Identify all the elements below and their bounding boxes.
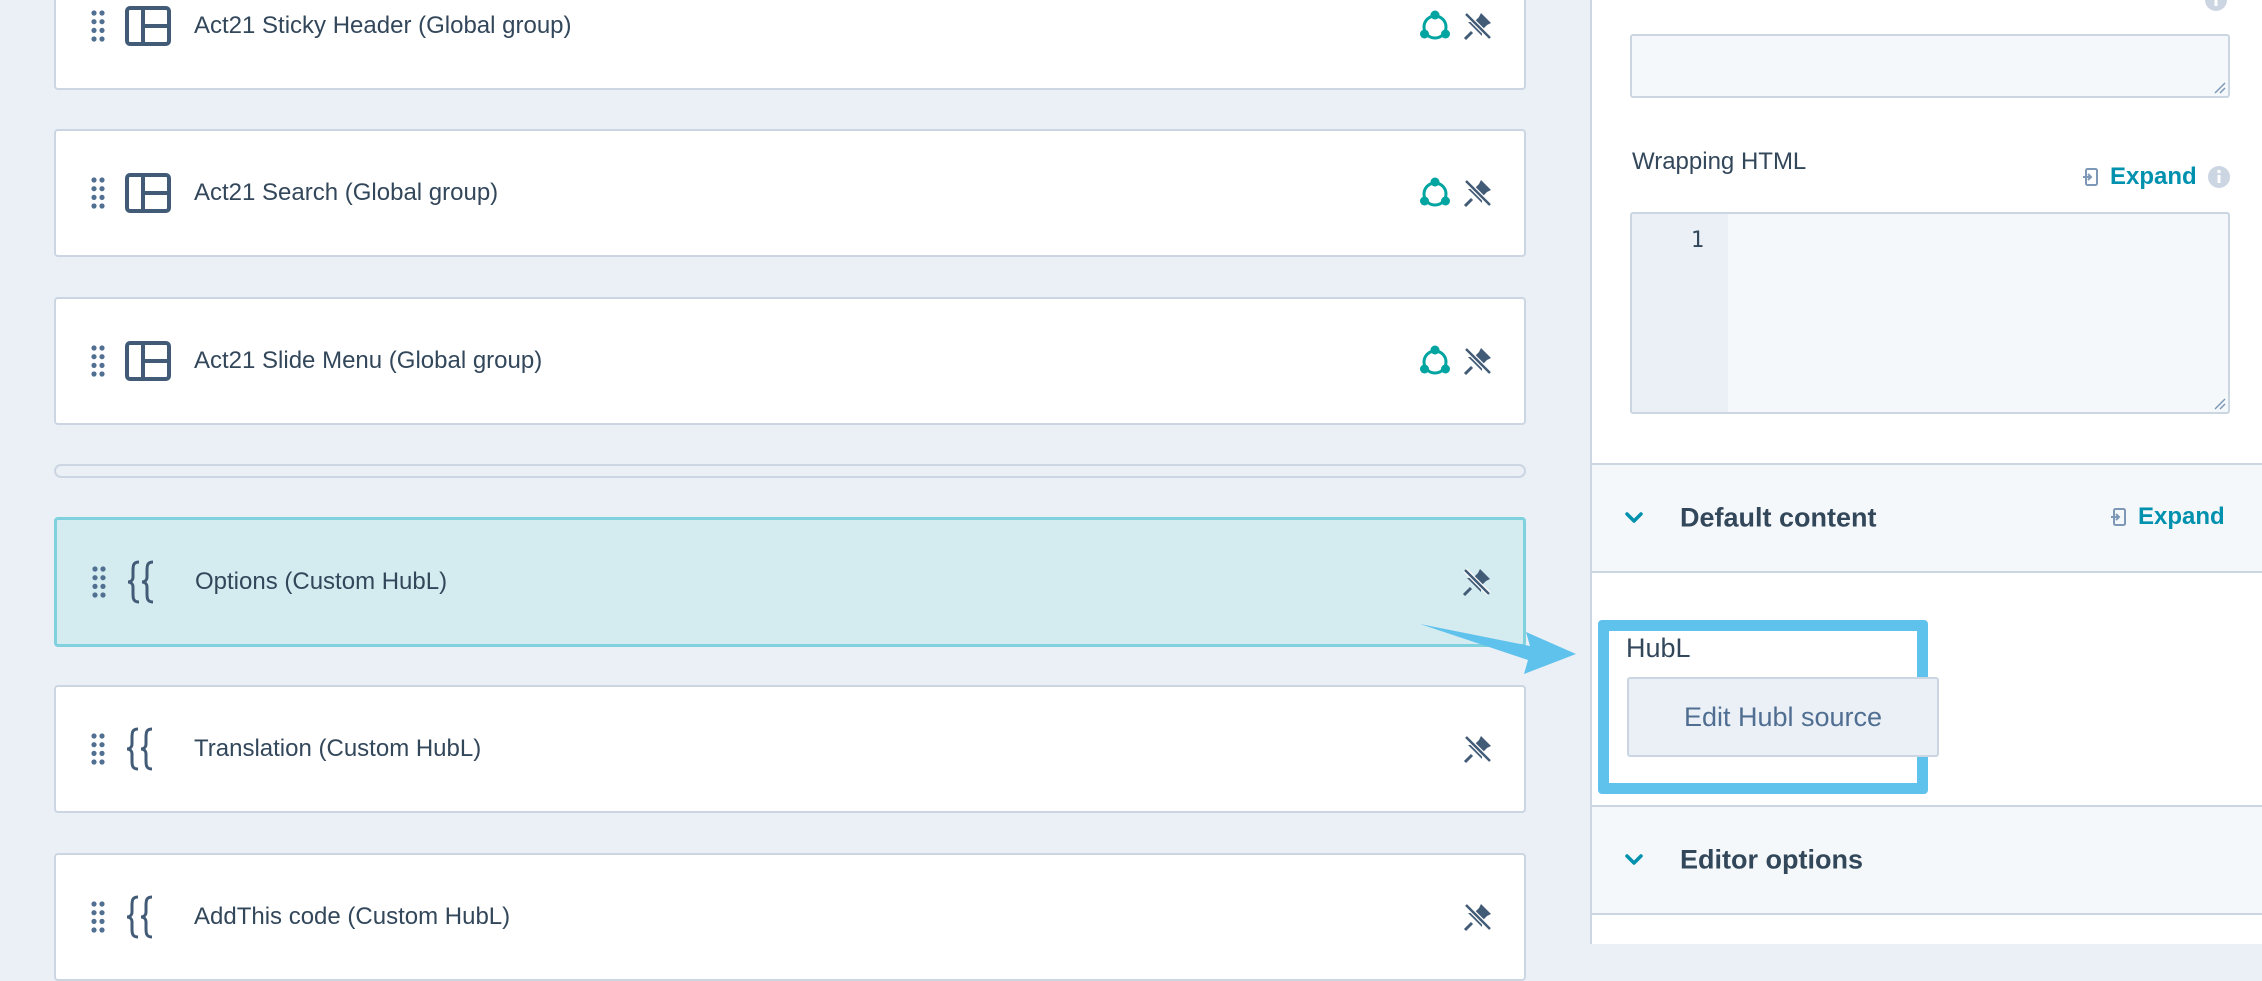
layout-icon [124, 2, 172, 50]
hubl-highlight-box: HubL Edit Hubl source [1598, 620, 1939, 794]
global-group-icon [1418, 176, 1452, 210]
drag-handle-icon[interactable] [88, 900, 108, 934]
global-group-icon [1418, 344, 1452, 378]
module-row[interactable]: Translation (Custom HubL) [54, 685, 1526, 813]
layout-icon [124, 169, 172, 217]
pointer-arrow-icon [1420, 624, 1576, 674]
drag-handle-icon[interactable] [88, 732, 108, 766]
editor-options-section-header[interactable]: Editor options [1592, 805, 2262, 915]
info-icon[interactable] [2207, 165, 2231, 189]
info-icon[interactable] [2204, 0, 2228, 12]
default-content-section-header[interactable]: Default content Expand [1592, 463, 2262, 573]
module-row[interactable]: Act21 Sticky Header (Global group) [54, 0, 1526, 90]
unpin-icon[interactable] [1462, 177, 1494, 209]
line-number-gutter: 1 [1632, 214, 1728, 412]
wrapping-html-expand-button[interactable]: Expand [2082, 163, 2231, 191]
line-number: 1 [1690, 228, 1704, 253]
module-label: Translation (Custom HubL) [194, 735, 482, 762]
curly-braces-icon [124, 725, 172, 773]
module-row[interactable]: AddThis code (Custom HubL) [54, 853, 1526, 981]
css-class-textarea[interactable] [1630, 34, 2230, 98]
unpin-icon[interactable] [1461, 566, 1493, 598]
module-label: Act21 Sticky Header (Global group) [194, 12, 572, 39]
resize-grip-icon[interactable] [2212, 396, 2226, 410]
module-label: AddThis code (Custom HubL) [194, 903, 511, 930]
layout-icon [124, 337, 172, 385]
chevron-down-icon [1622, 848, 1646, 872]
curly-braces-icon [125, 558, 173, 606]
module-label: Act21 Slide Menu (Global group) [194, 347, 543, 374]
module-settings-panel: Wrapping HTML Expand 1 Default content E… [1590, 0, 2262, 944]
drag-handle-icon[interactable] [89, 565, 109, 599]
expand-icon [2110, 506, 2128, 528]
global-group-icon [1418, 9, 1452, 43]
curly-braces-icon [124, 893, 172, 941]
expand-icon [2082, 166, 2100, 188]
section-title: Default content [1680, 502, 1877, 533]
chevron-down-icon [1622, 506, 1646, 530]
expand-label: Expand [2110, 163, 2197, 190]
default-content-expand-button[interactable]: Expand [2110, 503, 2225, 531]
unpin-icon[interactable] [1462, 901, 1494, 933]
drop-zone-bar[interactable] [54, 464, 1526, 478]
section-title: Editor options [1680, 844, 1863, 875]
drag-handle-icon[interactable] [88, 176, 108, 210]
unpin-icon[interactable] [1462, 10, 1494, 42]
module-label: Act21 Search (Global group) [194, 179, 499, 206]
unpin-icon[interactable] [1462, 733, 1494, 765]
drag-handle-icon[interactable] [88, 9, 108, 43]
wrapping-html-label: Wrapping HTML [1632, 148, 1807, 175]
expand-label: Expand [2138, 503, 2225, 530]
module-label: Options (Custom HubL) [195, 568, 448, 595]
module-list: Act21 Sticky Header (Global group) Act21… [0, 0, 1590, 981]
unpin-icon[interactable] [1462, 345, 1494, 377]
module-row-selected[interactable]: Options (Custom HubL) [54, 517, 1526, 647]
wrapping-html-code-editor[interactable]: 1 [1630, 212, 2230, 414]
module-row[interactable]: Act21 Slide Menu (Global group) [54, 297, 1526, 425]
drag-handle-icon[interactable] [88, 344, 108, 378]
edit-hubl-source-button[interactable]: Edit Hubl source [1627, 677, 1939, 757]
resize-grip-icon[interactable] [2212, 80, 2226, 94]
hubl-label: HubL [1626, 633, 1691, 663]
module-row[interactable]: Act21 Search (Global group) [54, 129, 1526, 257]
